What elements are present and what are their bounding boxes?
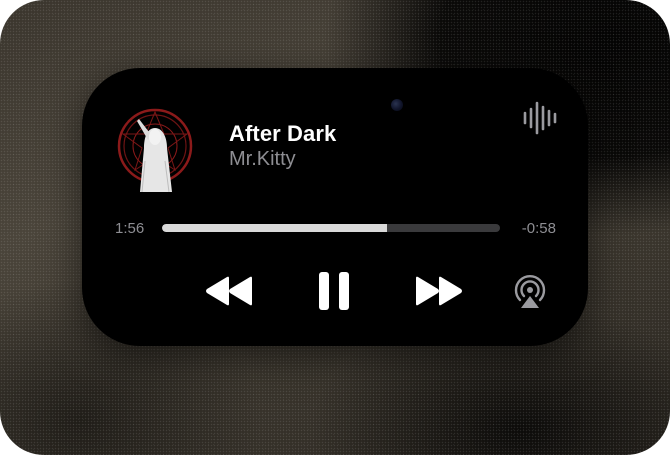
progress-fill bbox=[162, 224, 388, 232]
airplay-icon[interactable] bbox=[512, 274, 548, 310]
remaining-time: -0:58 bbox=[521, 220, 556, 237]
artist-name: Mr.Kitty bbox=[229, 148, 296, 170]
waveform-icon bbox=[523, 101, 557, 135]
front-camera bbox=[391, 99, 403, 111]
pause-icon[interactable] bbox=[318, 271, 350, 311]
song-title: After Dark bbox=[229, 121, 337, 146]
rewind-icon[interactable] bbox=[204, 275, 254, 307]
elapsed-time: 1:56 bbox=[115, 220, 145, 237]
dynamic-island-player[interactable]: After Dark Mr.Kitty 1:56 -0:58 bbox=[82, 68, 588, 346]
fast-forward-icon[interactable] bbox=[414, 275, 464, 307]
album-art-icon[interactable] bbox=[112, 106, 198, 192]
progress-bar[interactable] bbox=[162, 224, 500, 232]
